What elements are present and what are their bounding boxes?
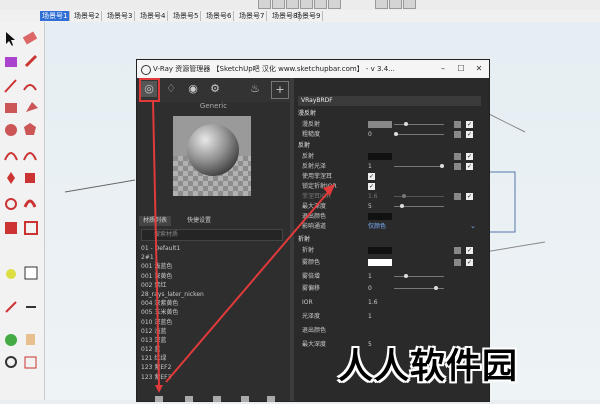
arrow-head-down — [155, 385, 163, 393]
arrow-line-up — [165, 189, 331, 383]
arrow-line-down — [152, 99, 160, 386]
watermark: 人人软件园 — [338, 346, 519, 387]
highlight-box — [139, 78, 160, 102]
arrow-head-up — [323, 184, 335, 196]
